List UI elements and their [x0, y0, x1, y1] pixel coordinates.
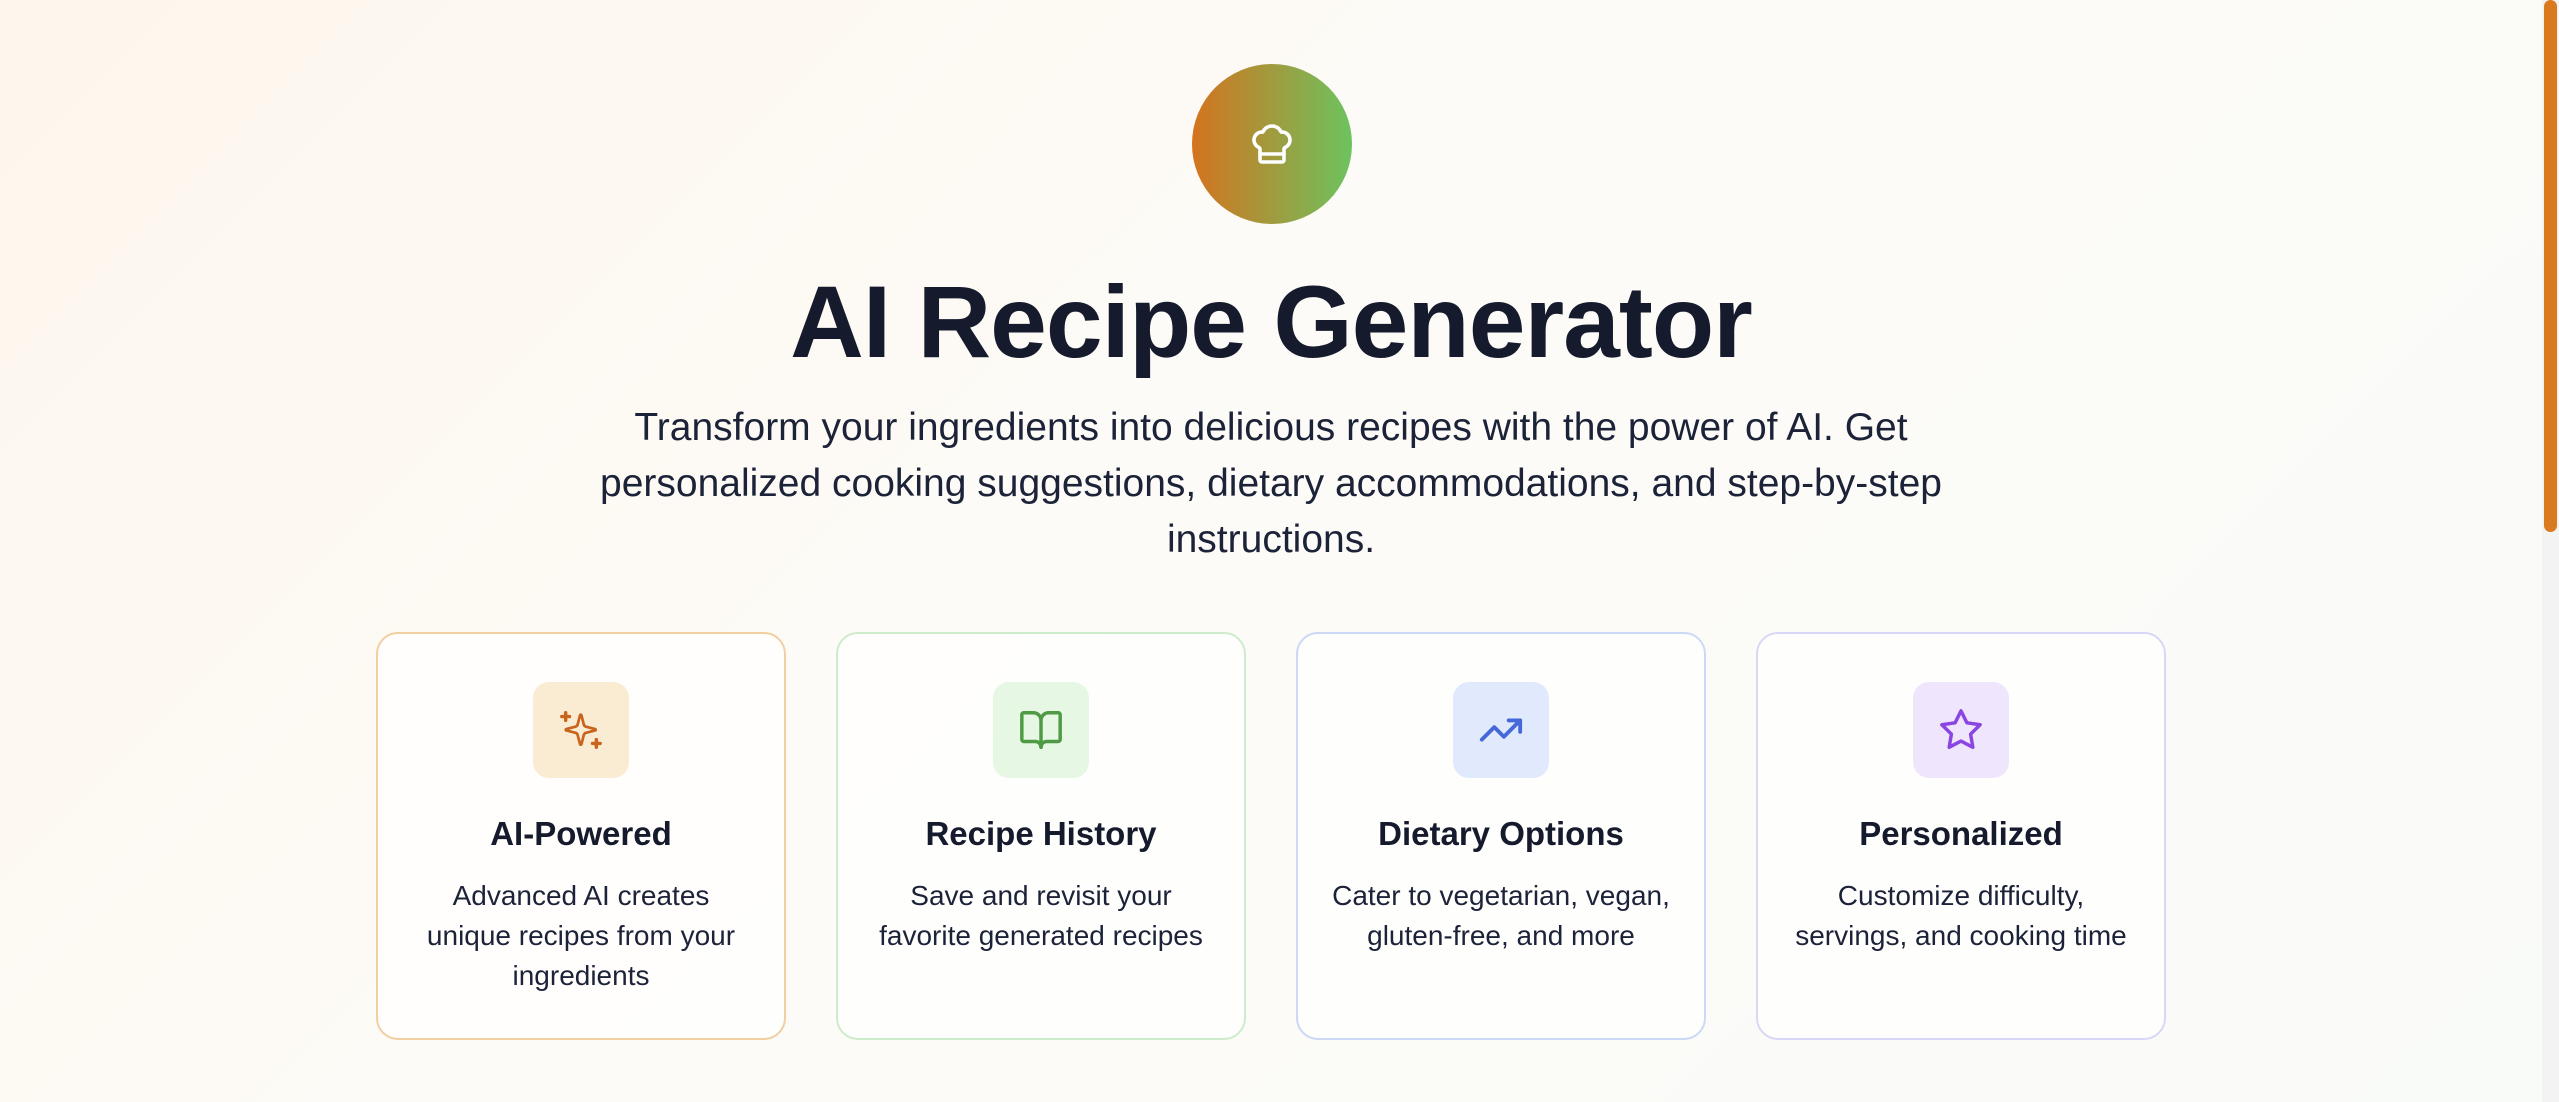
feature-title: Dietary Options — [1378, 815, 1624, 852]
feature-description: Cater to vegetarian, vegan, gluten-free,… — [1332, 880, 1670, 951]
feature-icon-container — [1913, 682, 2009, 778]
feature-icon-container — [1453, 682, 1549, 778]
landing-page: AI Recipe Generator Transform your ingre… — [0, 0, 2542, 1102]
star-icon — [1940, 709, 1982, 750]
feature-card-dietary-options: Dietary Options Cater to vegetarian, veg… — [1296, 632, 1706, 1040]
page-subtitle: Transform your ingredients into deliciou… — [600, 406, 1942, 561]
feature-cards: AI-Powered Advanced AI creates unique re… — [376, 632, 2166, 1040]
vertical-scrollbar[interactable] — [2542, 0, 2559, 1102]
feature-icon-container — [533, 682, 629, 778]
scrollbar-thumb[interactable] — [2544, 0, 2557, 532]
chef-hat-icon — [1252, 124, 1292, 164]
feature-card-personalized: Personalized Customize difficulty, servi… — [1756, 632, 2166, 1040]
feature-description: Save and revisit your favorite generated… — [879, 880, 1203, 951]
page-title: AI Recipe Generator — [790, 265, 1753, 379]
feature-card-ai-powered: AI-Powered Advanced AI creates unique re… — [376, 632, 786, 1040]
book-open-icon — [1020, 711, 1062, 749]
feature-title: Recipe History — [925, 815, 1157, 852]
trending-up-icon — [1479, 718, 1523, 742]
feature-title: Personalized — [1859, 815, 2063, 852]
sparkles-icon — [560, 711, 602, 749]
feature-icon-container — [993, 682, 1089, 778]
hero-logo — [1192, 64, 1352, 224]
feature-title: AI-Powered — [490, 815, 672, 852]
feature-description: Advanced AI creates unique recipes from … — [426, 880, 736, 991]
feature-card-recipe-history: Recipe History Save and revisit your fav… — [836, 632, 1246, 1040]
feature-description: Customize difficulty, servings, and cook… — [1795, 880, 2127, 951]
